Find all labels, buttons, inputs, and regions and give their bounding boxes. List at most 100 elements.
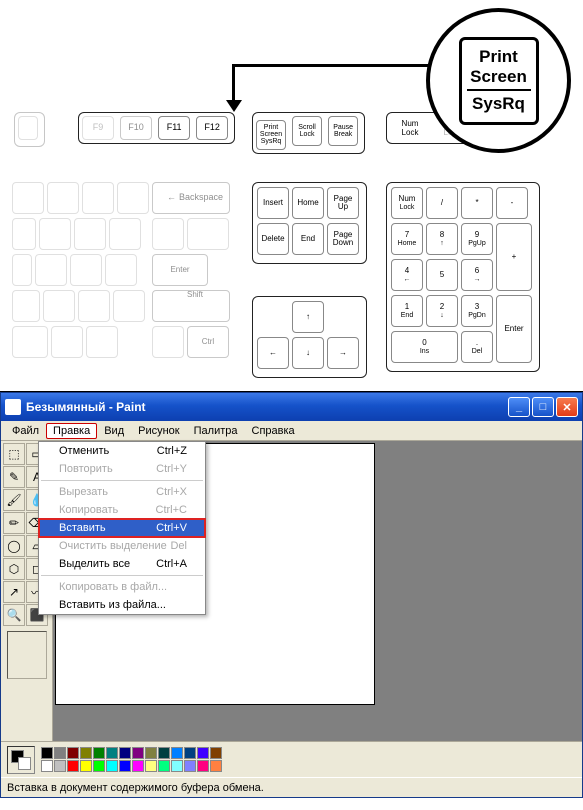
key-plus: + bbox=[496, 223, 532, 291]
menu-view[interactable]: Вид bbox=[97, 423, 131, 439]
key-f10: F10 bbox=[120, 116, 152, 140]
key-pagedown: PageDown bbox=[327, 223, 359, 255]
color-swatch[interactable] bbox=[67, 747, 79, 759]
color-swatch[interactable] bbox=[80, 760, 92, 772]
color-swatch[interactable] bbox=[132, 760, 144, 772]
fg-bg-selector[interactable] bbox=[7, 746, 35, 774]
menu-item-shortcut: Ctrl+C bbox=[156, 504, 187, 516]
menu-item-выделить-все[interactable]: Выделить всеCtrl+A bbox=[39, 555, 205, 573]
color-swatch[interactable] bbox=[41, 760, 53, 772]
color-swatch[interactable] bbox=[145, 760, 157, 772]
menu-file[interactable]: Файл bbox=[5, 423, 46, 439]
tool-12[interactable]: ↗ bbox=[3, 581, 25, 603]
key-down: ↓ bbox=[292, 337, 324, 369]
key-f12: F12 bbox=[196, 116, 228, 140]
maximize-button[interactable]: □ bbox=[532, 397, 554, 417]
tool-4[interactable]: 🖌 bbox=[3, 489, 25, 511]
color-swatch[interactable] bbox=[158, 760, 170, 772]
key-pageup: PageUp bbox=[327, 187, 359, 219]
key-num3: 3PgDn bbox=[461, 295, 493, 327]
color-swatch[interactable] bbox=[41, 747, 53, 759]
key-home: Home bbox=[292, 187, 324, 219]
key-minus: - bbox=[496, 187, 528, 219]
callout-line3: SysRq bbox=[472, 94, 525, 114]
color-swatch[interactable] bbox=[158, 747, 170, 759]
color-swatch[interactable] bbox=[93, 747, 105, 759]
minimize-button[interactable]: _ bbox=[508, 397, 530, 417]
key-numdot: .Del bbox=[461, 331, 493, 363]
menu-item-вставить-из-файла-[interactable]: Вставить из файла... bbox=[39, 596, 205, 614]
menu-separator bbox=[41, 480, 203, 481]
color-swatch[interactable] bbox=[54, 760, 66, 772]
key-num9: 9PgUp bbox=[461, 223, 493, 255]
color-swatch[interactable] bbox=[197, 747, 209, 759]
callout-arrow-head bbox=[226, 100, 242, 112]
tool-2[interactable]: ✎ bbox=[3, 466, 25, 488]
key-up: ↑ bbox=[292, 301, 324, 333]
callout-line2: Screen bbox=[470, 67, 527, 87]
key-num2: 2↓ bbox=[426, 295, 458, 327]
menu-item-label: Очистить выделение bbox=[59, 540, 167, 552]
key-num8: 8↑ bbox=[426, 223, 458, 255]
print-screen-callout: Print Screen SysRq bbox=[426, 8, 571, 153]
menu-item-копировать: КопироватьCtrl+C bbox=[39, 501, 205, 519]
tool-8[interactable]: ◯ bbox=[3, 535, 25, 557]
close-button[interactable]: ✕ bbox=[556, 397, 578, 417]
key-ctrl: Ctrl bbox=[187, 326, 229, 358]
color-swatch[interactable] bbox=[210, 760, 222, 772]
window-title: Безымянный - Paint bbox=[26, 400, 146, 414]
color-swatch[interactable] bbox=[171, 747, 183, 759]
color-swatch[interactable] bbox=[171, 760, 183, 772]
color-swatch[interactable] bbox=[106, 760, 118, 772]
fn-group-stub bbox=[14, 112, 45, 147]
color-swatch[interactable] bbox=[54, 747, 66, 759]
menu-help[interactable]: Справка bbox=[245, 423, 302, 439]
status-text: Вставка в документ содержимого буфера об… bbox=[7, 782, 264, 794]
tool-14[interactable]: 🔍 bbox=[3, 604, 25, 626]
sys-keys-group: PrintScreenSysRq ScrollLock PauseBreak bbox=[252, 112, 365, 154]
menu-item-shortcut: Ctrl+Z bbox=[157, 445, 187, 457]
callout-divider bbox=[467, 89, 531, 91]
color-swatch[interactable] bbox=[210, 747, 222, 759]
menu-item-вставить[interactable]: ВставитьCtrl+V bbox=[39, 519, 205, 537]
color-swatch[interactable] bbox=[197, 760, 209, 772]
numpad: NumLock / * - 7Home 8↑ 9PgUp + 4← 5 6→ 1… bbox=[386, 182, 540, 372]
color-swatch[interactable] bbox=[145, 747, 157, 759]
arrow-cluster: ↑ ← ↓ → bbox=[252, 296, 367, 378]
callout-arrow-down bbox=[232, 64, 235, 102]
menu-image[interactable]: Рисунок bbox=[131, 423, 187, 439]
key-shift: Shift bbox=[152, 290, 230, 322]
titlebar[interactable]: Безымянный - Paint _ □ ✕ bbox=[1, 393, 582, 421]
callout-key: Print Screen SysRq bbox=[459, 37, 539, 125]
menu-item-отменить[interactable]: ОтменитьCtrl+Z bbox=[39, 442, 205, 460]
key-enter: Enter bbox=[152, 254, 208, 286]
tool-0[interactable]: ⬚ bbox=[3, 443, 25, 465]
key-num6: 6→ bbox=[461, 259, 493, 291]
tool-options bbox=[7, 631, 47, 679]
key-num7: 7Home bbox=[391, 223, 423, 255]
color-swatch[interactable] bbox=[106, 747, 118, 759]
menu-palette[interactable]: Палитра bbox=[187, 423, 245, 439]
color-swatch[interactable] bbox=[119, 747, 131, 759]
menu-item-label: Вставить из файла... bbox=[59, 599, 166, 611]
color-swatch[interactable] bbox=[119, 760, 131, 772]
menu-item-label: Выделить все bbox=[59, 558, 130, 570]
color-swatch[interactable] bbox=[93, 760, 105, 772]
key-printscreen: PrintScreenSysRq bbox=[256, 120, 286, 150]
menu-edit[interactable]: Правка bbox=[46, 423, 97, 439]
key-insert: Insert bbox=[257, 187, 289, 219]
menu-item-повторить: ПовторитьCtrl+Y bbox=[39, 460, 205, 478]
background-color bbox=[18, 757, 31, 770]
color-swatch[interactable] bbox=[80, 747, 92, 759]
colorbox bbox=[1, 741, 582, 777]
key-scrolllock: ScrollLock bbox=[292, 116, 322, 146]
color-swatch[interactable] bbox=[184, 760, 196, 772]
color-swatch[interactable] bbox=[132, 747, 144, 759]
menu-item-label: Вставить bbox=[59, 522, 106, 534]
key-f11: F11 bbox=[158, 116, 190, 140]
color-swatch[interactable] bbox=[184, 747, 196, 759]
tool-10[interactable]: ⬡ bbox=[3, 558, 25, 580]
color-swatch[interactable] bbox=[67, 760, 79, 772]
tool-6[interactable]: ✏ bbox=[3, 512, 25, 534]
key-multiply: * bbox=[461, 187, 493, 219]
